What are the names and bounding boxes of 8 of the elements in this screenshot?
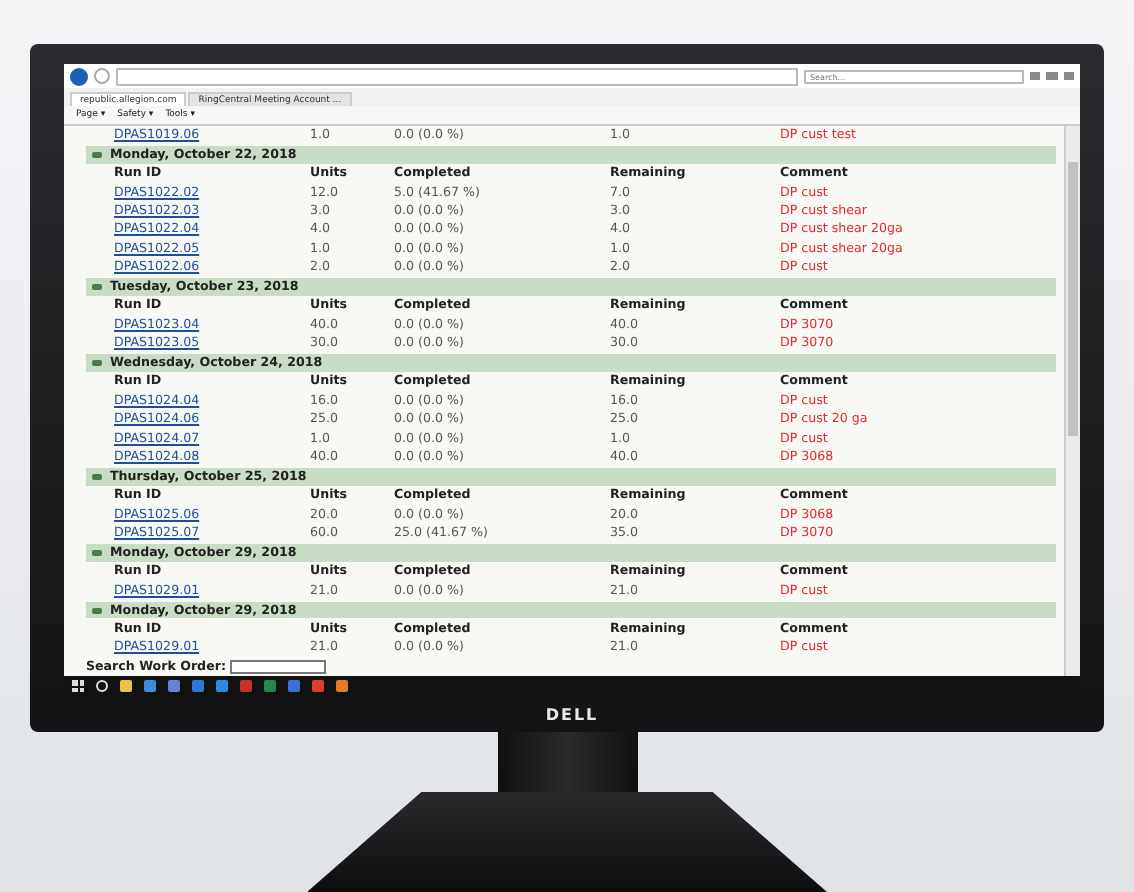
scrollbar[interactable]: [1064, 126, 1080, 676]
window-controls-icon[interactable]: [1030, 71, 1074, 81]
windows-icon[interactable]: [72, 680, 84, 692]
monitor-neck: [497, 732, 637, 792]
work-order-field[interactable]: [229, 659, 326, 674]
brand-logo: DELL: [545, 705, 599, 723]
search-icon[interactable]: [96, 680, 108, 692]
address-field[interactable]: [116, 67, 798, 85]
